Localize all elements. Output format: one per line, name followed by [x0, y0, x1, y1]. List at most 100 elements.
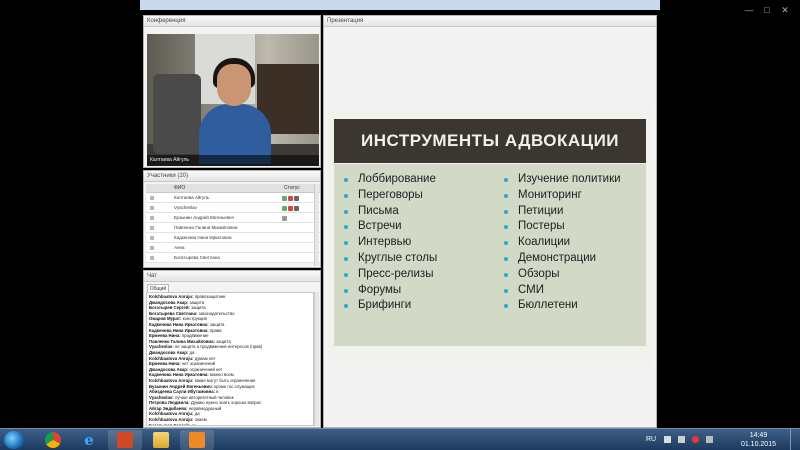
- slide-bullet-item: СМИ: [500, 283, 621, 299]
- presentation-slide: ИНСТРУМЕНТЫ АДВОКАЦИИ Лоббирование Перего…: [327, 106, 653, 366]
- participant-status-icons: [282, 195, 312, 201]
- column-header-status[interactable]: Статус: [284, 184, 300, 193]
- volume-icon[interactable]: [706, 436, 713, 443]
- slide-bullet-item: Петиции: [500, 204, 621, 220]
- chat-message: Богатырев Сергей: да: [149, 422, 311, 426]
- show-desktop-button[interactable]: [790, 429, 798, 450]
- internet-explorer-icon: e: [84, 431, 94, 449]
- security-icon[interactable]: [692, 436, 699, 443]
- chat-message-text: лучше авторитетный человек: [174, 394, 234, 400]
- participant-checkbox[interactable]: [150, 246, 154, 250]
- status-icon: [294, 196, 299, 201]
- slide-bullet-item: Брифинги: [340, 298, 437, 314]
- chat-message-text: да: [191, 422, 196, 426]
- chat-message-text: да: [194, 411, 200, 417]
- chat-message-text: права: [209, 327, 222, 333]
- participant-row[interactable]: Богатырева Светлана: [146, 253, 320, 263]
- participants-rows: Калтаева Айгуль Vyacheslav Бузынин Андрей …: [146, 193, 320, 263]
- taskbar-folder[interactable]: [144, 430, 178, 450]
- powerpoint-icon: [117, 432, 133, 448]
- chat-message-text: ограничений нет: [189, 366, 223, 372]
- participant-row[interactable]: Бузынин Андрей Евгеньевич: [146, 213, 320, 223]
- conference-panel-title: Конференция: [144, 16, 320, 27]
- participant-status-icons: [282, 225, 312, 231]
- participant-status-icons: [282, 245, 312, 251]
- chrome-icon: [45, 432, 61, 448]
- language-indicator[interactable]: RU: [646, 436, 656, 443]
- close-button[interactable]: ✕: [776, 3, 794, 17]
- participant-row[interactable]: Кадкенова Нина Иркатовна: [146, 233, 320, 243]
- chat-message-author: Богатырев Сергей:: [149, 422, 190, 426]
- taskbar: e RU 14:49 01.10.2015: [0, 428, 800, 450]
- chat-message-author: Kolchbaatova Anruju:: [149, 294, 194, 299]
- participant-status-icons: [282, 215, 312, 221]
- participant-checkbox[interactable]: [150, 206, 154, 210]
- column-header-name[interactable]: ФИО: [174, 184, 185, 193]
- chat-message-author: Петрова Людмила:: [149, 400, 190, 406]
- participant-checkbox[interactable]: [150, 196, 154, 200]
- chat-message-text: в: [216, 389, 219, 395]
- participant-name: Бузынин Андрей Евгеньевич: [174, 215, 235, 220]
- system-tray: RU 14:49 01.10.2015: [628, 429, 798, 450]
- participant-checkbox[interactable]: [150, 226, 154, 230]
- participant-row[interactable]: Vyacheslav: [146, 203, 320, 213]
- chat-message-author: Богатырев Сергей:: [149, 305, 190, 311]
- presentation-panel: Презентация ИНСТРУМЕНТЫ АДВОКАЦИИ Лоббир…: [323, 15, 657, 428]
- window-controls: — □ ✕: [740, 0, 800, 16]
- slide-bullet-item: Лоббирование: [340, 172, 437, 188]
- chat-scrollbar[interactable]: [314, 292, 319, 426]
- participants-scrollbar[interactable]: [314, 184, 319, 266]
- flag-icon[interactable]: [664, 436, 671, 443]
- slide-list-right: Изучение политики Мониторинг Петиции Постер…: [500, 172, 621, 314]
- chat-message-text: да: [189, 349, 195, 355]
- chat-message-author: Kolchbaatova Anruju:: [149, 377, 194, 383]
- minimize-button[interactable]: —: [740, 3, 758, 17]
- chat-message-author: Джандосова Акар:: [149, 299, 189, 305]
- participant-row[interactable]: Павленко Галина Михайловна: [146, 223, 320, 233]
- folder-icon: [153, 432, 169, 448]
- chat-tab-general[interactable]: Общий: [147, 284, 169, 292]
- participant-checkbox[interactable]: [150, 236, 154, 240]
- taskbar-chrome[interactable]: [36, 430, 70, 450]
- slide-bullet-item: Интервью: [340, 235, 437, 251]
- chat-message-text: защита: [216, 338, 231, 344]
- video-feed[interactable]: Калтаева Айгуль: [147, 34, 319, 166]
- chat-message-text: думаю нет: [194, 355, 216, 361]
- chat-message-text: не защита а продвижение интересов (прав): [174, 344, 263, 350]
- taskbar-powerpoint[interactable]: [108, 430, 142, 450]
- network-icon[interactable]: [678, 436, 685, 443]
- taskbar-media-player[interactable]: [180, 430, 214, 450]
- chat-message-text: защита: [191, 305, 206, 311]
- presentation-panel-title: Презентация: [324, 16, 656, 27]
- participant-row[interactable]: Калтаева Айгуль: [146, 193, 320, 203]
- maximize-button[interactable]: □: [758, 3, 776, 17]
- chat-message-author: Кадкенова Нина Иркатовна:: [149, 372, 209, 378]
- chat-message-text: конструкция: [182, 316, 207, 322]
- clock[interactable]: 14:49 01.10.2015: [741, 431, 776, 449]
- status-icon: [282, 216, 287, 221]
- participant-name: Кадкенова Нина Иркатовна: [174, 235, 232, 240]
- participant-name: Богатырева Светлана: [174, 255, 220, 260]
- chat-message-author: Джандосова Акар:: [149, 349, 189, 355]
- chat-message-author: Омаров Мурат:: [149, 316, 182, 322]
- participant-checkbox[interactable]: [150, 216, 154, 220]
- chat-message-text: нет ограничений: [181, 361, 216, 367]
- chat-message-author: Vyacheslav:: [149, 394, 174, 400]
- taskbar-internet-explorer[interactable]: e: [72, 430, 106, 450]
- slide-bullet-item: Коалиции: [500, 235, 621, 251]
- chat-log: Kolchbaatova Anruju: правозащитник Джандо…: [146, 292, 314, 426]
- slide-bullet-item: Встречи: [340, 219, 437, 235]
- slide-bullet-item: Демонстрации: [500, 251, 621, 267]
- status-icon: [294, 206, 299, 211]
- chat-message-text: защита: [189, 299, 205, 305]
- chat-message-author: Kolchbaatova Anruju:: [149, 355, 194, 361]
- chat-message-author: Ермеева Нина:: [149, 361, 181, 367]
- start-orb-icon[interactable]: [4, 431, 24, 449]
- participant-row[interactable]: Анна: [146, 243, 320, 253]
- chat-message-author: Кадкенова Нина Иркатовна:: [149, 327, 209, 333]
- participant-name: Калтаева Айгуль: [174, 195, 210, 200]
- slide-bullet-item: Переговоры: [340, 188, 437, 204]
- chat-message-author: Кадкенова Нина Иркатовна:: [149, 321, 209, 327]
- participant-checkbox[interactable]: [150, 256, 154, 260]
- video-caption: Калтаева Айгуль: [147, 155, 319, 166]
